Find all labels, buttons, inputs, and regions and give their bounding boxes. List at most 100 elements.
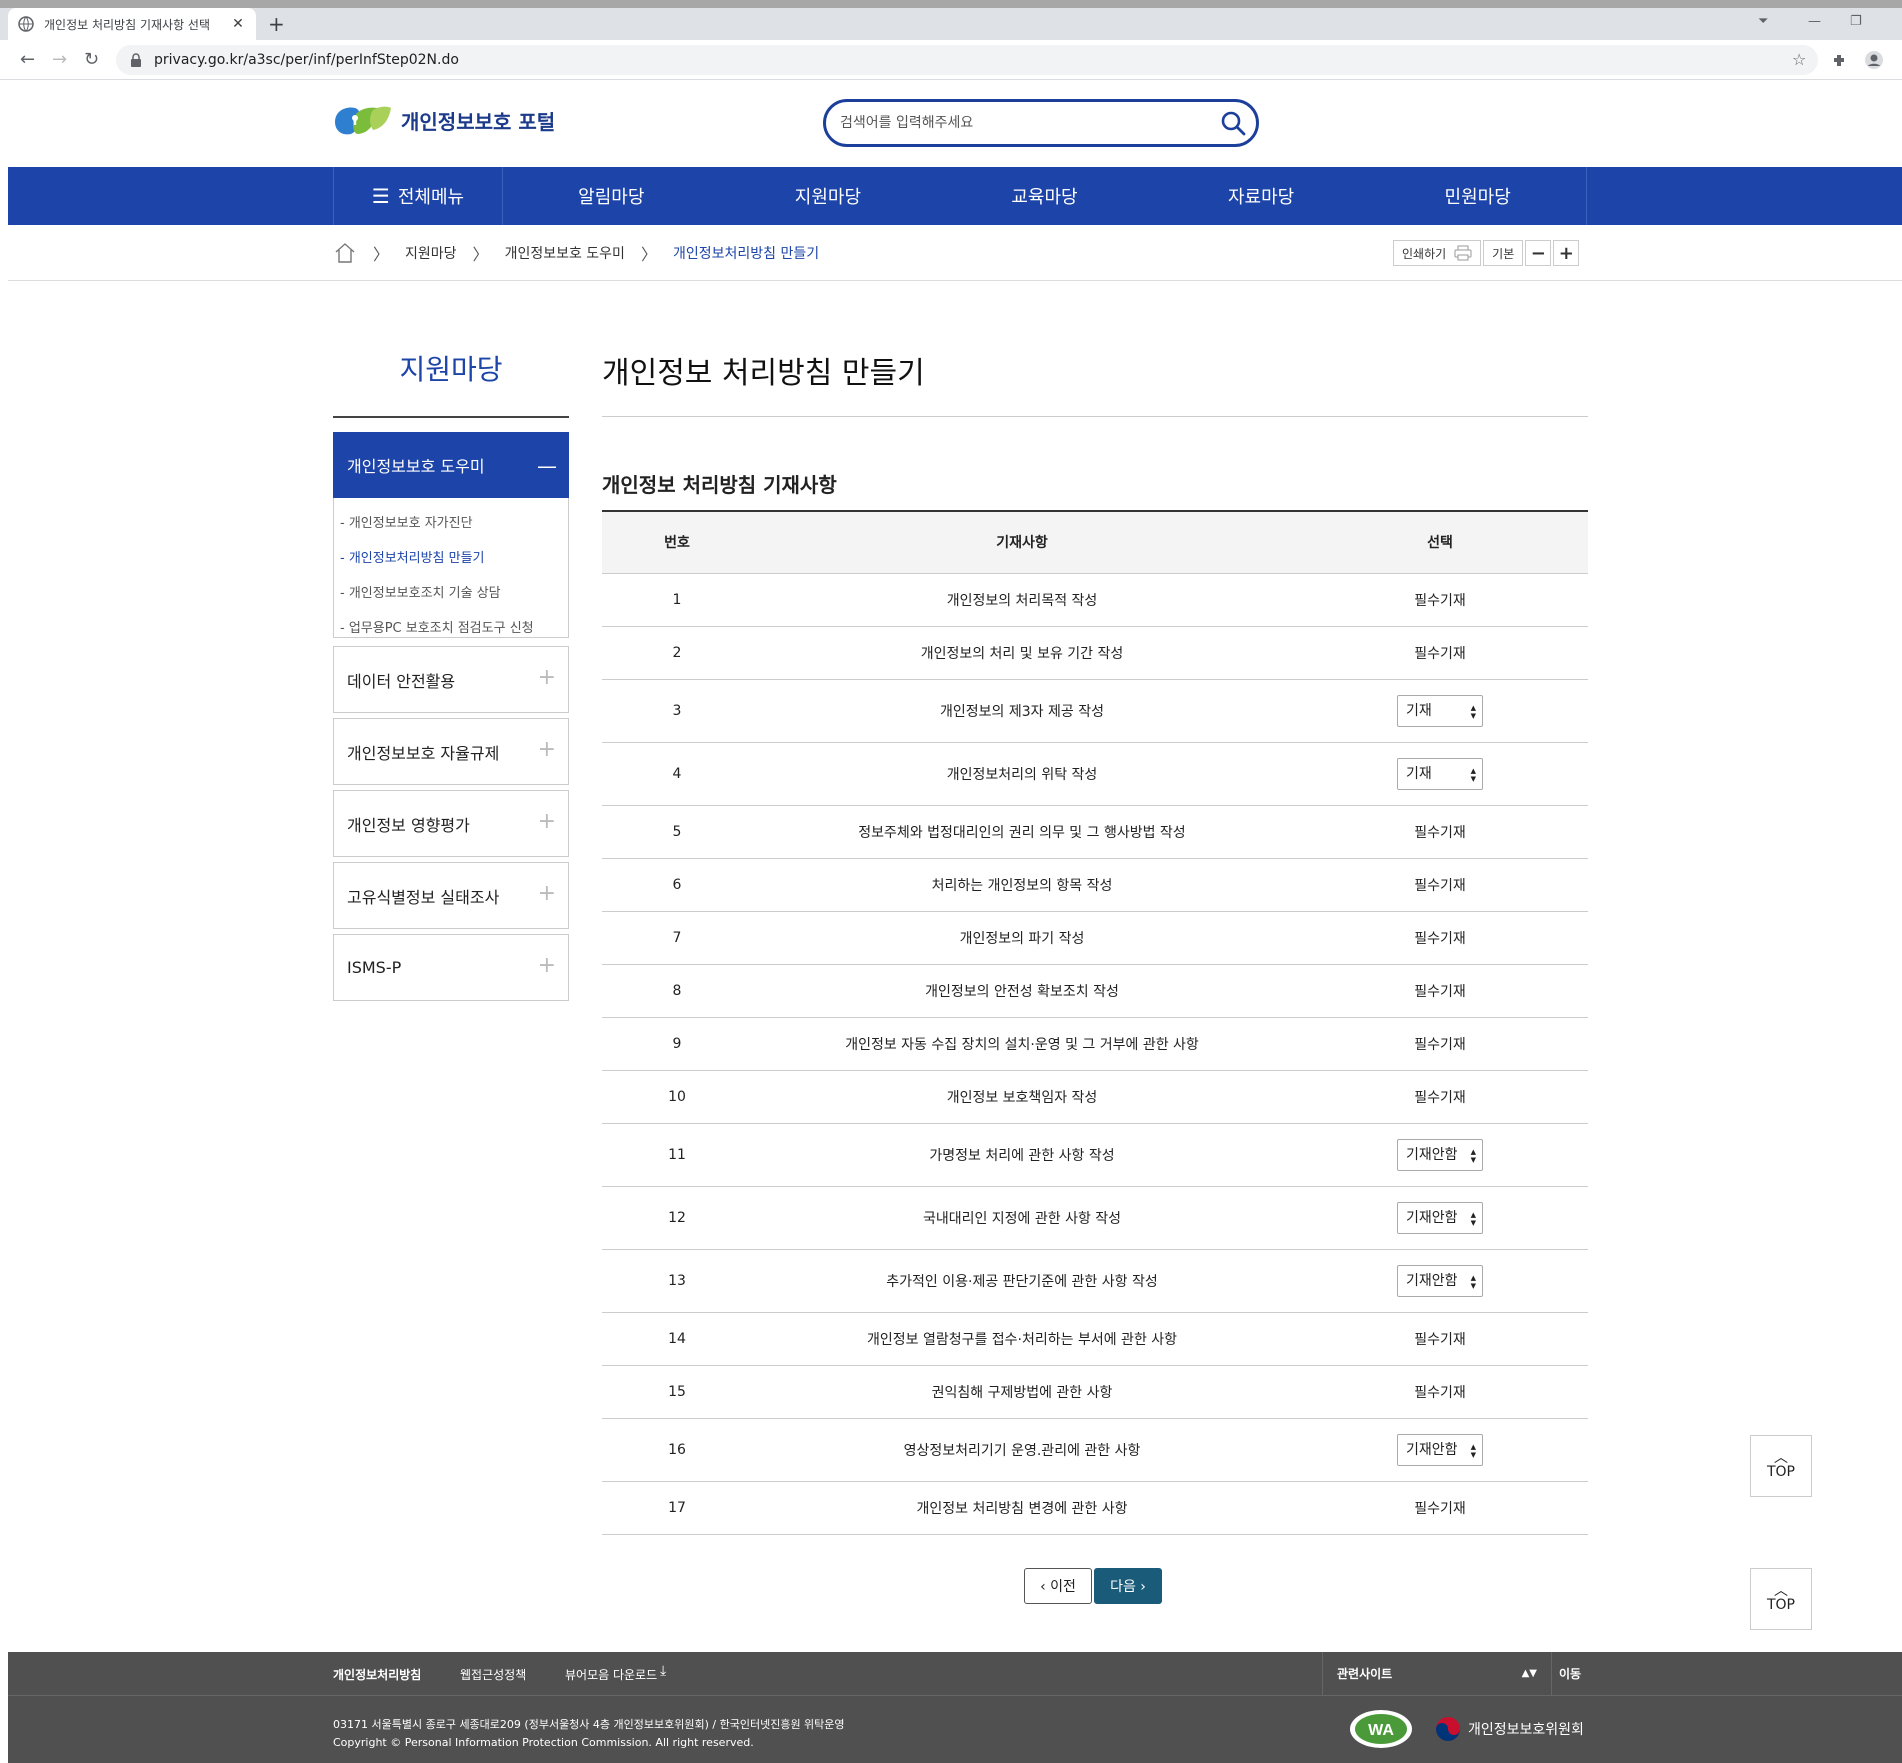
close-tab-icon[interactable]: ✕ xyxy=(230,16,246,32)
breadcrumb-item-2[interactable]: 개인정보보호 도우미 xyxy=(505,243,625,263)
choice-select-value: 기재 xyxy=(1406,702,1432,719)
footer-nav: 개인정보처리방침 웹접근성정책 뷰어모음 다운로드 ⤓ 관련사이트 ▲▼ 이동 xyxy=(8,1652,1902,1696)
column-header-item: 기재사항 xyxy=(752,511,1292,574)
item-cell: 개인정보처리의 위탁 작성 xyxy=(752,742,1292,806)
new-tab-icon[interactable]: + xyxy=(268,12,285,36)
print-button[interactable]: 인쇄하기 xyxy=(1393,240,1482,266)
lnb-item-self-regulation[interactable]: 개인정보보호 자율규제 + xyxy=(333,718,569,785)
url-field[interactable]: privacy.go.kr/a3sc/per/inf/perInfStep02N… xyxy=(116,45,1818,75)
forward-icon[interactable]: → xyxy=(52,49,67,70)
default-size-button[interactable]: 기본 xyxy=(1483,240,1524,266)
footer-accessibility-link[interactable]: 웹접근성정책 xyxy=(460,1666,526,1683)
lnb-sub-tech-consult[interactable]: - 개인정보보호조치 기술 상담 xyxy=(334,576,568,611)
choice-select-value: 기재안함 xyxy=(1406,1441,1458,1458)
footer-viewer-download-link[interactable]: 뷰어모음 다운로드 xyxy=(565,1666,657,1683)
star-icon[interactable]: ☆ xyxy=(1792,50,1806,69)
download-icon: ⤓ xyxy=(660,1663,667,1679)
pipc-logo[interactable]: 개인정보보호위원회 xyxy=(1434,1715,1584,1743)
go-button[interactable]: 이동 xyxy=(1552,1652,1588,1696)
choice-select-value: 기재안함 xyxy=(1406,1209,1458,1226)
top-button-2[interactable]: ︿ TOP xyxy=(1750,1568,1812,1630)
plus-icon: + xyxy=(537,665,556,690)
related-sites-label: 관련사이트 xyxy=(1337,1667,1393,1681)
number-cell: 12 xyxy=(602,1186,752,1250)
table-row: 2 개인정보의 처리 및 보유 기간 작성 필수기재 xyxy=(602,626,1588,680)
number-cell: 4 xyxy=(602,742,752,806)
all-menu-label: 전체메뉴 xyxy=(397,187,465,208)
item-cell: 개인정보의 처리 및 보유 기간 작성 xyxy=(752,626,1292,680)
choice-select[interactable]: 기재안함 ▲ ▼ xyxy=(1397,1201,1483,1234)
footer-logos: WA 개인정보보호위원회 xyxy=(1348,1708,1584,1750)
lnb-item-isms-p[interactable]: ISMS-P + xyxy=(333,934,569,1001)
plus-icon: + xyxy=(537,737,556,762)
lnb-item-unique-id-survey[interactable]: 고유식별정보 실태조사 + xyxy=(333,862,569,929)
choice-cell: 필수기재 xyxy=(1292,1017,1588,1071)
hamburger-icon: ☰ xyxy=(371,184,390,208)
item-cell: 영상정보처리기기 운영.관리에 관한 사항 xyxy=(752,1418,1292,1482)
breadcrumb-item-1[interactable]: 지원마당 xyxy=(405,243,457,263)
gnb-item-civil[interactable]: 민원마당 xyxy=(1369,167,1587,225)
tab-search-icon[interactable]: ⏷ xyxy=(1758,14,1768,29)
footer-privacy-policy-link[interactable]: 개인정보처리방침 xyxy=(333,1666,421,1683)
home-icon[interactable] xyxy=(333,241,357,265)
address-text: 03171 서울특별시 종로구 세종대로209 (정부서울청사 4층 개인정보보… xyxy=(333,1718,845,1731)
section-title: 개인정보 처리방침 기재사항 xyxy=(602,473,837,497)
browser-tab[interactable]: 개인정보 처리방침 기재사항 선택 ✕ xyxy=(8,8,256,40)
choice-cell: 필수기재 xyxy=(1292,573,1588,627)
address-bar: ← → ↻ privacy.go.kr/a3sc/per/inf/perInfS… xyxy=(0,40,1902,80)
item-cell: 개인정보의 제3자 제공 작성 xyxy=(752,679,1292,743)
reload-icon[interactable]: ↻ xyxy=(84,49,99,70)
choice-cell: 필수기재 xyxy=(1292,858,1588,912)
choice-cell: 필수기재 xyxy=(1292,1481,1588,1535)
restore-icon[interactable]: ❐ xyxy=(1850,14,1862,29)
choice-select[interactable]: 기재안함 ▲ ▼ xyxy=(1397,1138,1483,1171)
lnb-item-helper[interactable]: 개인정보보호 도우미 — xyxy=(333,432,569,498)
breadcrumb-current[interactable]: 개인정보처리방침 만들기 xyxy=(673,243,819,263)
item-cell: 개인정보의 파기 작성 xyxy=(752,911,1292,965)
minimize-icon[interactable]: — xyxy=(1808,14,1821,29)
lnb-item-impact-assessment[interactable]: 개인정보 영향평가 + xyxy=(333,790,569,857)
gnb-item-support[interactable]: 지원마당 xyxy=(720,167,937,225)
search-icon[interactable] xyxy=(1220,110,1246,136)
lnb-item-data-safety[interactable]: 데이터 안전활용 + xyxy=(333,646,569,713)
table-row: 9 개인정보 자동 수집 장치의 설치·운영 및 그 거부에 관한 사항 필수기재 xyxy=(602,1017,1588,1071)
choice-select[interactable]: 기재안함 ▲ ▼ xyxy=(1397,1433,1483,1466)
prev-button[interactable]: ‹ 이전 xyxy=(1024,1568,1092,1604)
zoom-out-button[interactable]: − xyxy=(1525,240,1552,266)
pipc-name: 개인정보보호위원회 xyxy=(1468,1722,1584,1738)
site-logo[interactable]: 개인정보보호 포털 xyxy=(333,102,555,138)
lnb-submenu: - 개인정보보호 자가진단 - 개인정보처리방침 만들기 - 개인정보보호조치 … xyxy=(333,498,569,638)
zoom-in-button[interactable]: + xyxy=(1553,240,1580,266)
choice-cell: 필수기재 xyxy=(1292,626,1588,680)
back-icon[interactable]: ← xyxy=(20,49,35,70)
number-cell: 9 xyxy=(602,1017,752,1071)
updown-arrow-icon: ▲▼ xyxy=(1470,1442,1476,1459)
item-cell: 개인정보 처리방침 변경에 관한 사항 xyxy=(752,1481,1292,1535)
choice-select[interactable]: 기재안함 ▲ ▼ xyxy=(1397,1264,1483,1297)
choice-select[interactable]: 기재 ▲ ▼ xyxy=(1397,694,1483,727)
lnb-sub-self-check[interactable]: - 개인정보보호 자가진단 xyxy=(334,506,568,541)
top-label: TOP xyxy=(1766,1464,1795,1480)
profile-icon[interactable] xyxy=(1864,50,1884,70)
all-menu-button[interactable]: ☰ 전체메뉴 xyxy=(333,167,503,225)
choice-select[interactable]: 기재 ▲ ▼ xyxy=(1397,757,1483,790)
lnb-item-label: 데이터 안전활용 xyxy=(347,671,456,691)
gnb-item-notice[interactable]: 알림마당 xyxy=(503,167,720,225)
tab-title: 개인정보 처리방침 기재사항 선택 xyxy=(44,17,211,32)
footer-address: 03171 서울특별시 종로구 세종대로209 (정부서울청사 4층 개인정보보… xyxy=(333,1716,845,1752)
related-sites-select[interactable]: 관련사이트 ▲▼ xyxy=(1322,1652,1552,1696)
search-input[interactable] xyxy=(840,110,1210,136)
top-button[interactable]: ︿ TOP xyxy=(1750,1435,1812,1497)
gnb-item-education[interactable]: 교육마당 xyxy=(936,167,1153,225)
lnb-sub-policy-maker[interactable]: - 개인정보처리방침 만들기 xyxy=(334,541,568,576)
extensions-icon[interactable] xyxy=(1830,50,1850,70)
print-label: 인쇄하기 xyxy=(1402,246,1447,261)
next-button[interactable]: 다음 › xyxy=(1094,1568,1162,1604)
lnb-sub-pc-check[interactable]: - 업무용PC 보호조치 점검도구 신청 xyxy=(334,611,568,646)
table-row: 10 개인정보 보호책임자 작성 필수기재 xyxy=(602,1070,1588,1124)
number-cell: 10 xyxy=(602,1070,752,1124)
gnb-item-resources[interactable]: 자료마당 xyxy=(1153,167,1370,225)
lnb-item-label: 개인정보 영향평가 xyxy=(347,815,470,835)
chevron-up-icon: ︿ xyxy=(1774,1450,1788,1466)
updown-arrow-icon: ▲▼ xyxy=(1521,1668,1537,1679)
